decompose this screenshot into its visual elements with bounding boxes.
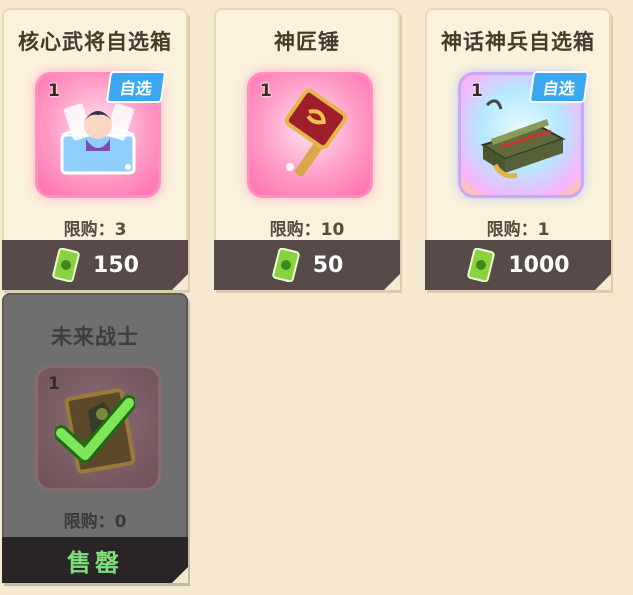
purchase-limit: 限购：10 [269, 220, 345, 240]
hammer-icon [284, 88, 348, 177]
shop-item-card[interactable]: 神匠锤 1 限购：10 50 [214, 8, 400, 290]
item-quantity: 1 [48, 81, 60, 101]
item-title: 核心武将自选箱 [18, 30, 172, 54]
shop-item-card-sold-out: 未来战士 1 限购：0 售罄 [2, 293, 188, 583]
price-value: 1000 [508, 252, 570, 278]
price-button[interactable]: 50 [214, 240, 400, 290]
purchase-limit: 限购：1 [486, 220, 550, 240]
item-title: 神话神兵自选箱 [441, 30, 595, 54]
shop-item-card[interactable]: 神话神兵自选箱 1 自选 限购：1 1000 [425, 8, 611, 290]
green-ticket-icon [467, 248, 496, 282]
price-button[interactable]: 150 [2, 240, 188, 290]
price-value: 150 [93, 252, 139, 278]
item-quantity: 1 [48, 374, 60, 394]
item-quantity: 1 [260, 81, 272, 101]
green-ticket-icon [271, 248, 300, 282]
optional-badge: 自选 [528, 71, 590, 103]
sold-out-label: 售罄 [67, 548, 123, 577]
purchase-limit: 限购：3 [63, 220, 127, 240]
price-value: 50 [312, 252, 344, 278]
shop-item-card[interactable]: 核心武将自选箱 1 自选 限购：3 150 [2, 8, 188, 290]
item-icon-frame: 1 [247, 72, 373, 198]
item-quantity: 1 [471, 81, 483, 101]
optional-badge: 自选 [105, 71, 167, 103]
sold-out-bar: 售罄 [2, 537, 188, 583]
item-title: 神匠锤 [274, 30, 340, 54]
item-icon-frame: 1 自选 [35, 71, 167, 198]
green-ticket-icon [52, 248, 80, 282]
item-icon-frame: 1 自选 [458, 71, 590, 198]
purchase-limit: 限购：0 [63, 512, 127, 532]
green-check-icon [55, 395, 135, 463]
price-button[interactable]: 1000 [425, 240, 611, 290]
item-title: 未来战士 [51, 325, 139, 349]
